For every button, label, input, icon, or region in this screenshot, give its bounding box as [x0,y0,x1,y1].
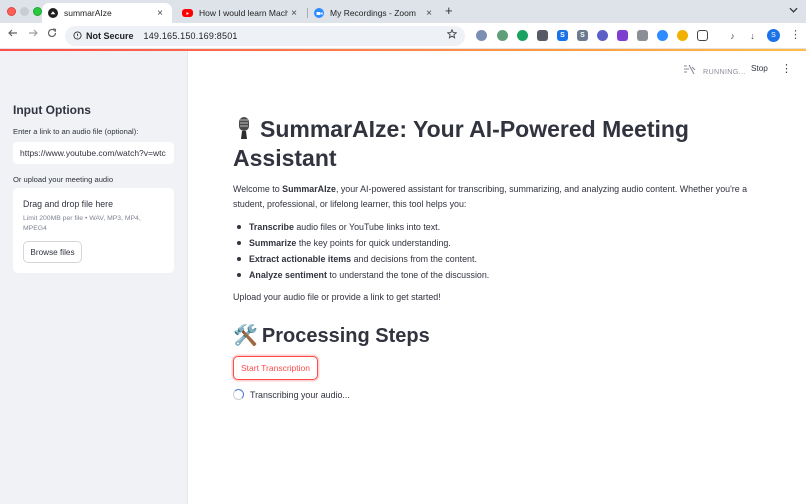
loading-spinner-icon [233,389,244,400]
forward-arrow-icon[interactable] [26,28,40,41]
extension-4-icon[interactable] [537,30,548,41]
extension-6-icon[interactable]: S [577,30,588,41]
list-item: Extract actionable items and decisions f… [233,253,763,269]
extension-7-icon[interactable] [597,30,608,41]
browser-menu-icon[interactable]: ⋮ [790,28,801,41]
window-minimize-button[interactable] [20,7,29,16]
streamlit-favicon-icon [48,8,58,18]
tab-search-chevron-icon[interactable] [789,5,798,15]
upload-label: Or upload your meeting audio [13,175,114,184]
reload-icon[interactable] [45,28,59,41]
intro-paragraph: Welcome to SummarAIze, your AI-powered a… [233,182,763,211]
extensions-puzzle-icon[interactable] [697,30,708,41]
tools-icon: 🛠️ [233,325,258,347]
dropzone-title: Drag and drop file here [23,199,113,209]
running-label: RUNNING... [703,66,746,76]
intro-prefix: Welcome to [233,184,283,194]
extension-9-icon[interactable] [637,30,648,41]
extension-5-icon[interactable]: S [557,30,568,41]
new-tab-button[interactable]: + [445,4,453,18]
sidebar-title: Input Options [13,103,91,117]
processing-steps-heading: 🛠️ Processing Steps [233,323,430,348]
profile-avatar[interactable]: S [767,29,780,42]
list-item-bold: Analyze sentiment [249,270,327,280]
back-arrow-icon[interactable] [6,28,20,41]
list-item-text: and decisions from the content. [351,254,477,264]
upload-prompt: Upload your audio file or provide a link… [233,292,441,302]
running-status: RUNNING... [683,64,746,78]
browser-toolbar: Not Secure 149.165.150.169:8501 S S ♪ ↓ … [0,23,806,49]
list-item-bold: Transcribe [249,222,294,232]
tab-title: How I would learn Machine Le [199,8,288,18]
microphone-icon [233,116,255,140]
processing-steps-text: Processing Steps [261,325,430,347]
tab-close-icon[interactable]: × [423,8,435,19]
start-transcription-button[interactable]: Start Transcription [233,356,318,380]
browse-files-button[interactable]: Browse files [23,241,82,263]
tab-title: summarAIze [64,8,112,18]
tab-close-icon[interactable]: × [288,8,300,19]
intro-brand: SummarAIze [282,184,336,194]
not-secure-icon[interactable] [73,30,82,42]
list-item: Transcribe audio files or YouTube links … [233,221,763,237]
list-item-text: to understand the tone of the discussion… [326,270,490,280]
bookmark-star-icon[interactable] [446,28,458,42]
spinner-text: Transcribing your audio... [250,389,350,400]
list-item: Analyze sentiment to understand the tone… [233,269,763,285]
extension-3-icon[interactable] [517,30,528,41]
page-title-text: SummarAIze: Your AI-Powered Meeting Assi… [233,116,689,171]
sidebar [0,51,188,504]
stop-button[interactable]: Stop [751,64,768,73]
extension-2-icon[interactable] [497,30,508,41]
window-close-button[interactable] [7,7,16,16]
browser-tab-summaraize[interactable]: summarAIze × [42,3,172,23]
url-text[interactable]: 149.165.150.169:8501 [144,31,238,41]
extension-1-icon[interactable] [476,30,487,41]
list-item: Summarize the key points for quick under… [233,237,763,253]
list-item-text: the key points for quick understanding. [296,238,451,248]
address-bar[interactable]: Not Secure 149.165.150.169:8501 [65,26,465,46]
browser-tab-youtube[interactable]: How I would learn Machine Le × [176,3,306,23]
extension-11-icon[interactable] [677,30,688,41]
running-activity-icon [683,64,696,78]
page-title: SummarAIze: Your AI-Powered Meeting Assi… [233,115,703,173]
downloads-icon[interactable]: ↓ [747,30,758,41]
tab-close-icon[interactable]: × [154,8,166,19]
browser-tab-zoom[interactable]: My Recordings - Zoom × [308,3,441,23]
list-item-bold: Summarize [249,238,297,248]
extension-10-icon[interactable] [657,30,668,41]
tab-title: My Recordings - Zoom [330,8,416,18]
zoom-favicon-icon [314,8,324,18]
security-label[interactable]: Not Secure [86,31,134,41]
list-item-bold: Extract actionable items [249,254,352,264]
link-input-label: Enter a link to an audio file (optional)… [13,127,139,136]
dropzone-limit-text: Limit 200MB per file • WAV, MP3, MP4, MP… [23,215,141,232]
file-dropzone[interactable]: Drag and drop file here Limit 200MB per … [13,188,174,273]
transcribing-status: Transcribing your audio... [233,389,350,400]
extension-8-icon[interactable] [617,30,628,41]
media-controls-icon[interactable]: ♪ [727,30,738,41]
feature-list: Transcribe audio files or YouTube links … [233,221,763,285]
list-item-text: audio files or YouTube links into text. [293,222,441,232]
audio-link-input[interactable] [13,142,174,164]
youtube-favicon-icon [182,9,193,17]
app-main-menu-icon[interactable]: ⋮ [781,62,792,75]
browser-tab-strip: summarAIze × How I would learn Machine L… [0,0,806,23]
window-zoom-button[interactable] [33,7,42,16]
